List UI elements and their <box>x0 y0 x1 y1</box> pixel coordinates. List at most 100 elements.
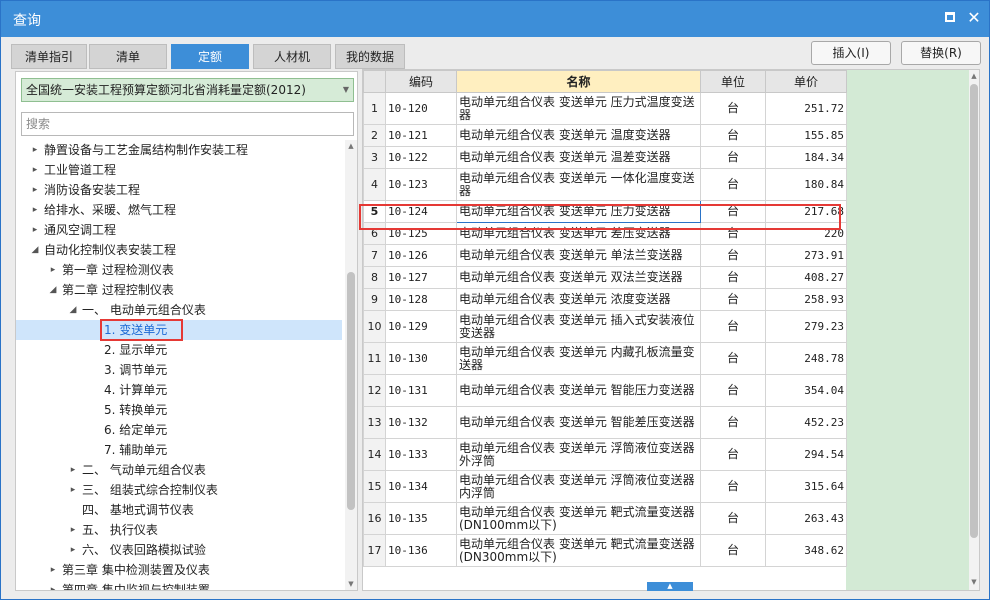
cell-name: 电动单元组合仪表 变送单元 双法兰变送器 <box>456 266 701 289</box>
cell-unit: 台 <box>700 374 766 407</box>
tree-item[interactable]: ▸ 第一章 过程检测仪表 <box>16 260 342 280</box>
cell-name: 电动单元组合仪表 变送单元 浮筒液位变送器 外浮筒 <box>456 438 701 471</box>
cell-unit: 台 <box>700 342 766 375</box>
expand-arrow-icon[interactable]: ▸ <box>68 480 78 500</box>
header-unit[interactable]: 单位 <box>700 70 766 93</box>
cell-name: 电动单元组合仪表 变送单元 插入式安装液位变送器 <box>456 310 701 343</box>
tree-item[interactable]: ▸ 第三章 集中检测装置及仪表 <box>16 560 342 580</box>
table-row[interactable]: 2 10-121 电动单元组合仪表 变送单元 温度变送器台 155.85 <box>363 124 847 147</box>
tree-item[interactable]: ◢ 自动化控制仪表安装工程 <box>16 240 342 260</box>
insert-button[interactable]: 插入(I) <box>811 41 891 65</box>
row-number: 13 <box>363 406 386 439</box>
tree-item[interactable]: ▸ 五、 执行仪表 <box>16 520 342 540</box>
cell-unit: 台 <box>700 438 766 471</box>
tree-item[interactable]: 1. 变送单元 <box>16 320 342 340</box>
tree-item[interactable]: ▸ 给排水、采暖、燃气工程 <box>16 200 342 220</box>
tree-item[interactable]: ◢ 一、 电动单元组合仪表 <box>16 300 342 320</box>
table-row[interactable]: 16 10-135 电动单元组合仪表 变送单元 靶式流量变送器(DN100mm以下)… <box>363 502 847 535</box>
tree-item[interactable]: 2. 显示单元 <box>16 340 342 360</box>
cell-unit: 台 <box>700 168 766 201</box>
tree-item[interactable]: 4. 计算单元 <box>16 380 342 400</box>
header-name[interactable]: 名称 <box>456 70 701 93</box>
collapse-arrow-icon[interactable]: ◢ <box>68 300 78 320</box>
tree-item-label: 1. 变送单元 <box>104 323 168 337</box>
tree-item[interactable]: ▸ 工业管道工程 <box>16 160 342 180</box>
row-number: 1 <box>363 92 386 125</box>
table-row[interactable]: 5 10-124 电动单元组合仪表 变送单元 压力变送器台 217.68 <box>363 200 847 223</box>
collapse-panel-button[interactable]: ▲ <box>647 582 693 591</box>
tab-bill[interactable]: 清单 <box>89 44 167 69</box>
table-row[interactable]: 9 10-128 电动单元组合仪表 变送单元 浓度变送器台 258.93 <box>363 288 847 311</box>
cell-code: 10-133 <box>385 438 457 471</box>
replace-button[interactable]: 替换(R) <box>901 41 981 65</box>
tree-item[interactable]: 四、 基地式调节仪表 <box>16 500 342 520</box>
tab-my-data[interactable]: 我的数据 <box>335 44 405 69</box>
table-row[interactable]: 6 10-125 电动单元组合仪表 变送单元 差压变送器台 220 <box>363 222 847 245</box>
table-scrollbar[interactable]: ▲ ▼ <box>969 70 979 590</box>
table-row[interactable]: 17 10-136 电动单元组合仪表 变送单元 靶式流量变送器(DN300mm以下)… <box>363 534 847 567</box>
cell-code: 10-124 <box>385 200 457 223</box>
table-row[interactable]: 10 10-129 电动单元组合仪表 变送单元 插入式安装液位变送器台 279.23 <box>363 310 847 343</box>
tree-scrollbar[interactable]: ▲ ▼ <box>345 140 357 590</box>
expand-arrow-icon[interactable]: ▸ <box>68 520 78 540</box>
scroll-up-icon[interactable]: ▲ <box>345 140 357 152</box>
tree-item[interactable]: ▸ 静置设备与工艺金属结构制作安装工程 <box>16 140 342 160</box>
expand-arrow-icon[interactable]: ▸ <box>30 140 40 160</box>
collapse-arrow-icon[interactable]: ◢ <box>30 240 40 260</box>
tree-item[interactable]: 3. 调节单元 <box>16 360 342 380</box>
table-row[interactable]: 11 10-130 电动单元组合仪表 变送单元 内藏孔板流量变送器台 248.78 <box>363 342 847 375</box>
expand-arrow-icon[interactable]: ▸ <box>68 540 78 560</box>
expand-arrow-icon[interactable]: ▸ <box>48 560 58 580</box>
table-row[interactable]: 8 10-127 电动单元组合仪表 变送单元 双法兰变送器台 408.27 <box>363 266 847 289</box>
tree-scrollbar-thumb[interactable] <box>347 272 355 510</box>
table-row[interactable]: 13 10-132 电动单元组合仪表 变送单元 智能差压变送器台 452.23 <box>363 406 847 439</box>
tree-item[interactable]: 5. 转换单元 <box>16 400 342 420</box>
cell-price: 180.84 <box>765 168 847 201</box>
header-code[interactable]: 编码 <box>385 70 457 93</box>
tree-item[interactable]: ▸ 消防设备安装工程 <box>16 180 342 200</box>
table-row[interactable]: 3 10-122 电动单元组合仪表 变送单元 温差变送器台 184.34 <box>363 146 847 169</box>
tree-item-label: 5. 转换单元 <box>104 403 168 417</box>
tree-item[interactable]: 7. 辅助单元 <box>16 440 342 460</box>
table-scrollbar-thumb[interactable] <box>970 84 978 538</box>
expand-arrow-icon[interactable]: ▸ <box>30 160 40 180</box>
tree-item[interactable]: ▸ 通风空调工程 <box>16 220 342 240</box>
cell-price: 279.23 <box>765 310 847 343</box>
cell-code: 10-132 <box>385 406 457 439</box>
tree-item[interactable]: 6. 给定单元 <box>16 420 342 440</box>
cell-code: 10-126 <box>385 244 457 267</box>
tab-labor-material-machine[interactable]: 人材机 <box>253 44 331 69</box>
expand-arrow-icon[interactable]: ▸ <box>30 200 40 220</box>
table-row[interactable]: 12 10-131 电动单元组合仪表 变送单元 智能压力变送器台 354.04 <box>363 374 847 407</box>
table-row[interactable]: 15 10-134 电动单元组合仪表 变送单元 浮筒液位变送器 内浮筒台 315.64 <box>363 470 847 503</box>
expand-arrow-icon[interactable]: ▸ <box>30 220 40 240</box>
close-button[interactable]: ✕ <box>963 7 985 29</box>
scroll-down-icon[interactable]: ▼ <box>969 576 979 588</box>
cell-code: 10-130 <box>385 342 457 375</box>
scroll-up-icon[interactable]: ▲ <box>969 70 979 82</box>
collapse-arrow-icon[interactable]: ◢ <box>48 280 58 300</box>
tree-item-label: 五、 执行仪表 <box>82 523 158 537</box>
tab-quota[interactable]: 定额 <box>171 44 249 69</box>
expand-arrow-icon[interactable]: ▸ <box>30 180 40 200</box>
tree-item[interactable]: ▸ 二、 气动单元组合仪表 <box>16 460 342 480</box>
expand-arrow-icon[interactable]: ▸ <box>48 260 58 280</box>
tree-search-input[interactable] <box>21 112 354 136</box>
table-row[interactable]: 4 10-123 电动单元组合仪表 变送单元 一体化温度变送器台 180.84 <box>363 168 847 201</box>
tree-item-label: 通风空调工程 <box>44 223 117 237</box>
tree-item[interactable]: ◢ 第二章 过程控制仪表 <box>16 280 342 300</box>
maximize-button[interactable] <box>939 7 961 29</box>
row-number: 4 <box>363 168 386 201</box>
tree-item[interactable]: ▸ 第四章 集中监视与控制装置 <box>16 580 342 590</box>
table-row[interactable]: 1 10-120 电动单元组合仪表 变送单元 压力式温度变送器台 251.72 <box>363 92 847 125</box>
tree-item[interactable]: ▸ 三、 组装式综合控制仪表 <box>16 480 342 500</box>
table-row[interactable]: 14 10-133 电动单元组合仪表 变送单元 浮筒液位变送器 外浮筒台 294.54 <box>363 438 847 471</box>
expand-arrow-icon[interactable]: ▸ <box>48 580 58 590</box>
table-row[interactable]: 7 10-126 电动单元组合仪表 变送单元 单法兰变送器台 273.91 <box>363 244 847 267</box>
expand-arrow-icon[interactable]: ▸ <box>68 460 78 480</box>
scroll-down-icon[interactable]: ▼ <box>345 578 357 590</box>
header-price[interactable]: 单价 <box>765 70 847 93</box>
tree-item[interactable]: ▸ 六、 仪表回路模拟试验 <box>16 540 342 560</box>
quota-library-select[interactable]: 全国统一安装工程预算定额河北省消耗量定额(2012) ▼ <box>21 78 354 102</box>
tab-bill-guide[interactable]: 清单指引 <box>11 44 87 69</box>
